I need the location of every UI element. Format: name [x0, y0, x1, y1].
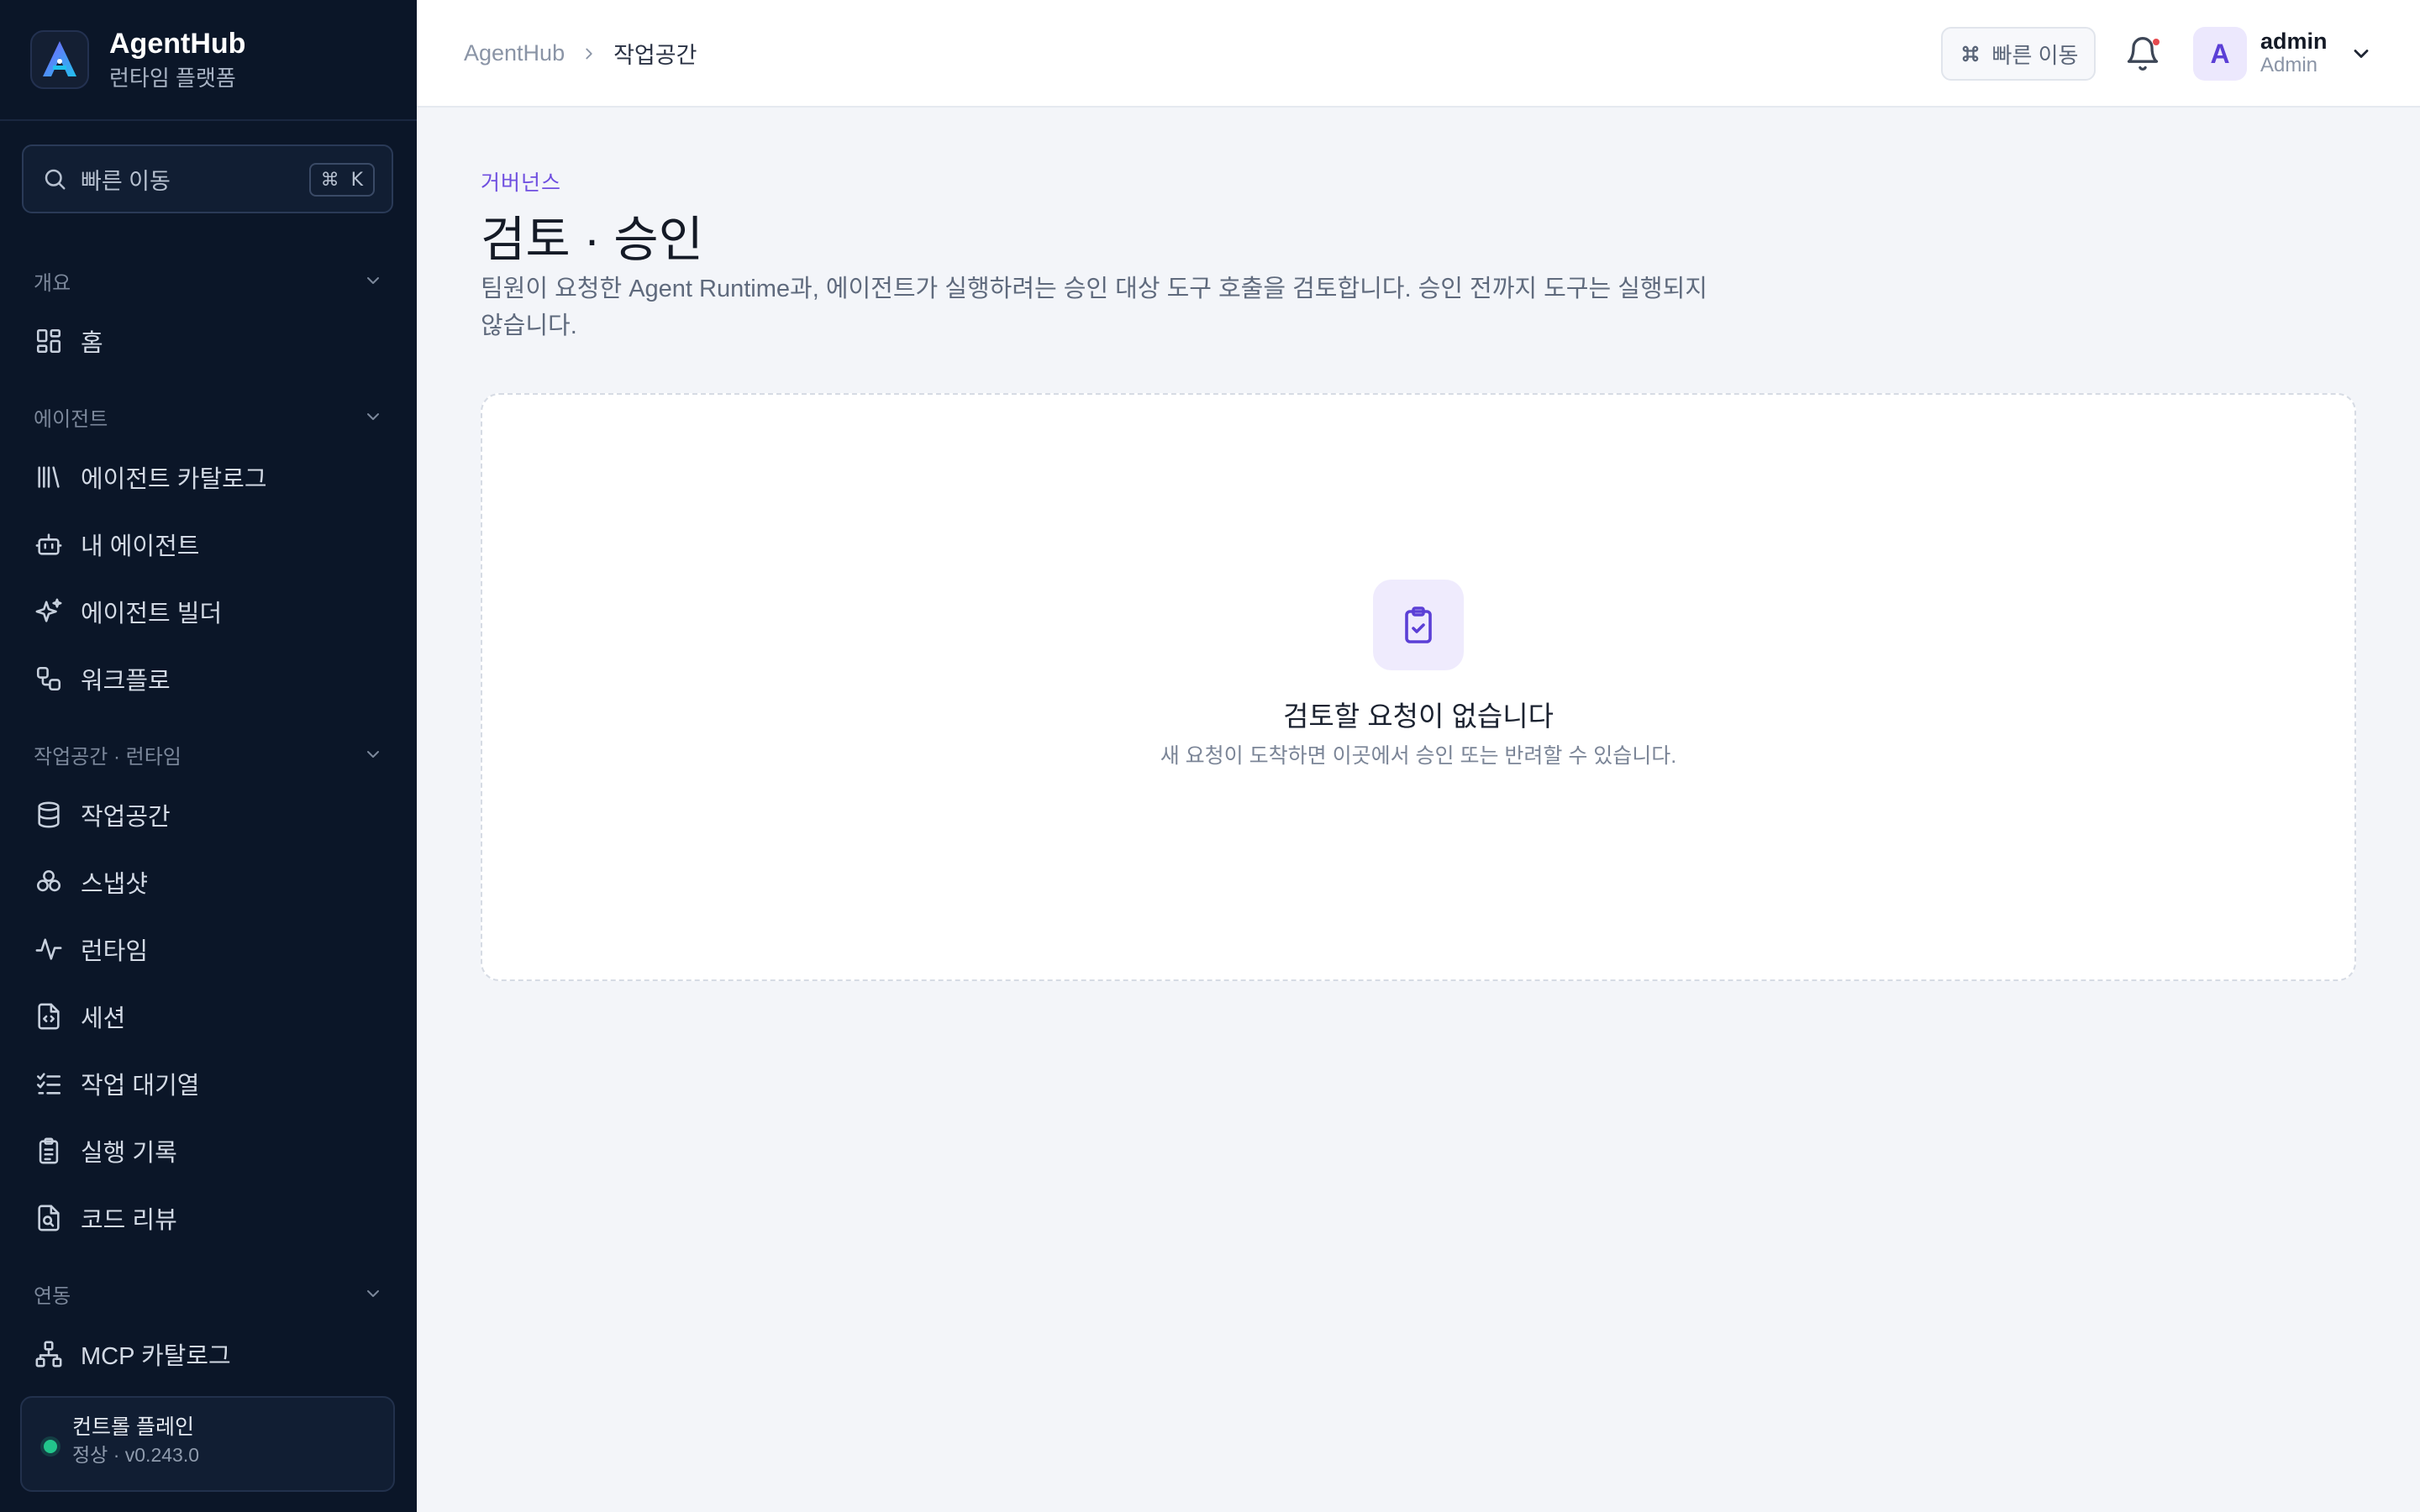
- sidebar-item-label: 런타임: [81, 938, 149, 965]
- sidebar-item-label: 스냅샷: [81, 871, 149, 898]
- bot-icon: [34, 529, 64, 559]
- database-icon: [34, 800, 64, 830]
- snapshot-icon: [34, 867, 64, 897]
- shortcut-symbol: ⌘: [320, 169, 339, 191]
- sidebar-item-workspace[interactable]: 작업공간: [34, 791, 387, 838]
- sidebar-item-runtime[interactable]: 런타임: [34, 926, 387, 973]
- activity-icon: [34, 934, 64, 964]
- quick-nav-label: 빠른 이동: [1991, 42, 2079, 68]
- section-header-overview[interactable]: 개요: [34, 264, 383, 297]
- file-code-icon: [34, 1001, 64, 1032]
- sidebar-item-agent-builder[interactable]: 에이전트 빌더: [34, 588, 387, 635]
- section-header-workspace-runtime[interactable]: 작업공간 · 런타임: [34, 738, 383, 771]
- breadcrumb-root[interactable]: AgentHub: [464, 40, 565, 66]
- clipboard-list-icon: [34, 1136, 64, 1166]
- sidebar-item-label: 에이전트 빌더: [81, 601, 223, 627]
- sidebar-item-my-agents[interactable]: 내 에이전트: [34, 521, 387, 568]
- chevron-down-icon: [367, 1290, 379, 1297]
- chevron-down-icon: [367, 751, 379, 758]
- sidebar-item-label: 워크플로: [81, 668, 171, 695]
- page-eyebrow: 거버넌스: [481, 171, 562, 195]
- section-title: 에이전트: [34, 407, 108, 431]
- sidebar-item-code-review[interactable]: 코드 리뷰: [34, 1194, 387, 1242]
- sidebar: AgentHub 런타임 플랫폼 빠른 이동 ⌘ K 개요 홈 에이전트 에이전…: [0, 0, 417, 1512]
- quick-nav-search[interactable]: 빠른 이동 ⌘ K: [22, 144, 393, 213]
- section-title: 개요: [34, 271, 71, 295]
- sidebar-item-label: 내 에이전트: [81, 533, 200, 560]
- status-title: 컨트롤 플레인: [72, 1415, 194, 1439]
- sidebar-item-label: MCP 카탈로그: [81, 1343, 231, 1370]
- breadcrumb-current: 작업공간: [613, 43, 697, 68]
- control-plane-status[interactable]: 컨트롤 플레인 정상 · v0.243.0: [20, 1396, 395, 1492]
- sidebar-item-label: 작업공간: [81, 804, 171, 831]
- sidebar-item-label: 작업 대기열: [81, 1073, 200, 1100]
- sidebar-item-label: 실행 기록: [81, 1140, 177, 1167]
- agenthub-logo-icon: [30, 30, 89, 89]
- sparkles-icon: [34, 596, 64, 627]
- sidebar-item-label: 세션: [81, 1005, 126, 1032]
- sidebar-item-snapshot[interactable]: 스냅샷: [34, 858, 387, 906]
- workflow-icon: [34, 664, 64, 694]
- dashboard-icon: [34, 326, 64, 356]
- section-header-integrations[interactable]: 연동: [34, 1277, 383, 1310]
- shortcut-badge: ⌘ K: [308, 163, 375, 197]
- section-title: 연동: [34, 1284, 71, 1308]
- sidebar-item-task-queue[interactable]: 작업 대기열: [34, 1060, 387, 1107]
- sidebar-item-label: 홈: [81, 330, 103, 357]
- library-icon: [34, 462, 64, 492]
- command-icon: [1962, 45, 1978, 62]
- sidebar-item-mcp-catalog[interactable]: MCP 카탈로그: [34, 1331, 387, 1378]
- sidebar-item-home[interactable]: 홈: [34, 318, 387, 365]
- topbar: AgentHub 작업공간 빠른 이동 A admin Admin: [417, 0, 2420, 108]
- shortcut-key: K: [350, 169, 363, 191]
- chevron-right-icon: [580, 45, 598, 63]
- sidebar-item-workflow[interactable]: 워크플로: [34, 655, 387, 702]
- brand[interactable]: AgentHub 런타임 플랫폼: [0, 0, 417, 121]
- empty-state-title: 검토할 요청이 없습니다: [1283, 701, 1554, 732]
- user-role: Admin: [2260, 54, 2318, 76]
- chevron-down-icon: [367, 413, 379, 420]
- chevron-down-icon[interactable]: [2349, 42, 2373, 66]
- sidebar-item-label: 에이전트 카탈로그: [81, 466, 267, 493]
- clipboard-check-icon: [1373, 580, 1464, 670]
- search-label: 빠른 이동: [81, 168, 171, 194]
- sidebar-item-label: 코드 리뷰: [81, 1207, 177, 1234]
- brand-name: AgentHub: [109, 28, 246, 60]
- network-icon: [34, 1339, 64, 1369]
- page-description: 팀원이 요청한 Agent Runtime과, 에이전트가 실행하려는 승인 대…: [481, 276, 1707, 339]
- user-name[interactable]: admin: [2260, 29, 2328, 55]
- list-checks-icon: [34, 1068, 64, 1099]
- section-header-agents[interactable]: 에이전트: [34, 400, 383, 433]
- status-subtitle: 정상 · v0.243.0: [72, 1444, 199, 1466]
- file-search-icon: [34, 1203, 64, 1233]
- sidebar-item-session[interactable]: 세션: [34, 993, 387, 1040]
- notification-badge: [2153, 39, 2160, 45]
- sidebar-item-run-history[interactable]: 실행 기록: [34, 1127, 387, 1174]
- sidebar-item-agent-catalog[interactable]: 에이전트 카탈로그: [34, 454, 387, 501]
- chevron-down-icon: [367, 277, 379, 284]
- avatar[interactable]: A: [2193, 27, 2247, 81]
- status-indicator: [44, 1440, 57, 1453]
- empty-state-card: 검토할 요청이 없습니다 새 요청이 도착하면 이곳에서 승인 또는 반려할 수…: [481, 393, 2356, 981]
- section-title: 작업공간 · 런타임: [34, 745, 182, 769]
- brand-subtitle: 런타임 플랫폼: [109, 66, 236, 91]
- empty-state-subtitle: 새 요청이 도착하면 이곳에서 승인 또는 반려할 수 있습니다.: [1160, 744, 1677, 768]
- search-icon: [45, 169, 66, 190]
- quick-nav-button[interactable]: 빠른 이동: [1941, 27, 2096, 81]
- breadcrumb: AgentHub 작업공간: [464, 37, 697, 70]
- page-title: 검토 · 승인: [481, 213, 703, 267]
